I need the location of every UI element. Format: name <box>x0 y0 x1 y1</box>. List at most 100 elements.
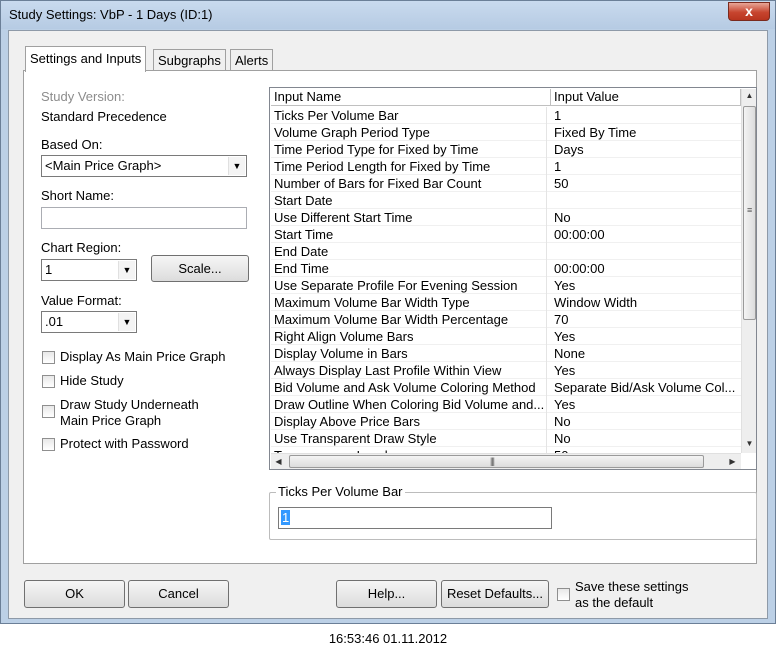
vertical-scrollbar[interactable]: ▲ ≡ ▼ <box>741 89 756 453</box>
hide-study-checkbox[interactable]: Hide Study <box>42 373 242 391</box>
input-value-cell[interactable]: Yes <box>551 328 741 345</box>
horizontal-scrollbar[interactable]: ◀ ||| ▶ <box>271 453 741 469</box>
input-name-cell[interactable]: End Time <box>271 260 547 277</box>
tab-subgraphs[interactable]: Subgraphs <box>153 49 226 71</box>
input-name-cell[interactable]: Volume Graph Period Type <box>271 124 547 141</box>
input-value-cell[interactable]: No <box>551 430 741 447</box>
table-row[interactable]: Volume Graph Period Type Fixed By Time <box>271 124 741 141</box>
table-row[interactable]: Use Different Start Time No <box>271 209 741 226</box>
input-value-cell[interactable] <box>551 192 741 209</box>
input-value-cell[interactable]: Yes <box>551 396 741 413</box>
scroll-up-icon[interactable]: ▲ <box>742 91 756 100</box>
input-value-cell[interactable]: Yes <box>551 277 741 294</box>
table-row[interactable]: Draw Outline When Coloring Bid Volume an… <box>271 396 741 413</box>
horizontal-scroll-thumb[interactable]: ||| <box>289 455 704 468</box>
input-value-cell[interactable]: Fixed By Time <box>551 124 741 141</box>
input-value-cell[interactable]: Days <box>551 141 741 158</box>
chart-region-select[interactable]: 1 ▼ <box>41 259 137 281</box>
input-name-cell[interactable]: Time Period Length for Fixed by Time <box>271 158 547 175</box>
input-name-cell[interactable]: Maximum Volume Bar Width Percentage <box>271 311 547 328</box>
cancel-button[interactable]: Cancel <box>128 580 229 608</box>
table-row[interactable]: Start Date <box>271 192 741 209</box>
table-row[interactable]: End Time 00:00:00 <box>271 260 741 277</box>
table-row[interactable]: Ticks Per Volume Bar 1 <box>271 107 741 124</box>
table-row[interactable]: Time Period Type for Fixed by Time Days <box>271 141 741 158</box>
input-value-cell[interactable]: 1 <box>551 158 741 175</box>
scroll-left-icon[interactable]: ◀ <box>271 457 286 466</box>
input-value-cell[interactable]: 70 <box>551 311 741 328</box>
input-value-cell[interactable]: Window Width <box>551 294 741 311</box>
checkbox-box[interactable] <box>42 375 55 388</box>
input-name-cell[interactable]: Use Different Start Time <box>271 209 547 226</box>
table-row[interactable]: Right Align Volume Bars Yes <box>271 328 741 345</box>
table-row[interactable]: Start Time 00:00:00 <box>271 226 741 243</box>
input-name-cell[interactable]: Display Above Price Bars <box>271 413 547 430</box>
based-on-select[interactable]: <Main Price Graph> ▼ <box>41 155 247 177</box>
table-row[interactable]: Maximum Volume Bar Width Type Window Widt… <box>271 294 741 311</box>
input-name-cell[interactable]: Always Display Last Profile Within View <box>271 362 547 379</box>
value-format-select[interactable]: .01 ▼ <box>41 311 137 333</box>
input-name-cell[interactable]: Start Time <box>271 226 547 243</box>
input-name-cell[interactable]: Ticks Per Volume Bar <box>271 107 547 124</box>
save-as-default-checkbox[interactable]: Save these settings as the default <box>557 579 757 613</box>
display-as-main-price-graph-checkbox[interactable]: Display As Main Price Graph <box>42 349 242 367</box>
table-row[interactable]: Use Transparent Draw Style No <box>271 430 741 447</box>
table-row[interactable]: Always Display Last Profile Within View Y… <box>271 362 741 379</box>
input-name-cell[interactable]: Draw Outline When Coloring Bid Volume an… <box>271 396 547 413</box>
input-value-cell[interactable]: None <box>551 345 741 362</box>
table-row[interactable]: End Date <box>271 243 741 260</box>
input-value-cell[interactable]: 1 <box>551 107 741 124</box>
input-name-cell[interactable]: Right Align Volume Bars <box>271 328 547 345</box>
inputs-grid[interactable]: Input Name Input Value Ticks Per Volume … <box>269 87 757 470</box>
input-name-cell[interactable]: End Date <box>271 243 547 260</box>
input-value-cell[interactable]: Separate Bid/Ask Volume Col... <box>551 379 741 396</box>
tab-alerts[interactable]: Alerts <box>230 49 274 71</box>
checkbox-box[interactable] <box>42 405 55 418</box>
chevron-down-icon[interactable]: ▼ <box>118 313 135 331</box>
input-value-cell[interactable]: No <box>551 209 741 226</box>
column-header-input-value[interactable]: Input Value <box>551 89 741 106</box>
input-value-cell[interactable]: 00:00:00 <box>551 260 741 277</box>
input-name-cell[interactable]: Bid Volume and Ask Volume Coloring Metho… <box>271 379 547 396</box>
short-name-input[interactable] <box>41 207 247 229</box>
table-row[interactable]: Time Period Length for Fixed by Time 1 <box>271 158 741 175</box>
scale-button[interactable]: Scale... <box>151 255 249 282</box>
input-value-cell[interactable] <box>551 243 741 260</box>
scroll-down-icon[interactable]: ▼ <box>742 439 756 448</box>
input-value-cell[interactable]: 00:00:00 <box>551 226 741 243</box>
reset-defaults-button[interactable]: Reset Defaults... <box>441 580 549 608</box>
protect-with-password-checkbox[interactable]: Protect with Password <box>42 436 242 454</box>
table-row[interactable]: Maximum Volume Bar Width Percentage 70 <box>271 311 741 328</box>
title-bar[interactable]: Study Settings: VbP - 1 Days (ID:1) x <box>1 1 775 29</box>
input-value-cell[interactable]: 50 <box>551 175 741 192</box>
input-name-cell[interactable]: Start Date <box>271 192 547 209</box>
input-name-cell[interactable]: Maximum Volume Bar Width Type <box>271 294 547 311</box>
input-name-cell[interactable]: Time Period Type for Fixed by Time <box>271 141 547 158</box>
chevron-down-icon[interactable]: ▼ <box>118 261 135 279</box>
ok-button[interactable]: OK <box>24 580 125 608</box>
vertical-scroll-thumb[interactable]: ≡ <box>743 106 756 320</box>
scroll-right-icon[interactable]: ▶ <box>725 457 740 466</box>
tab-settings-and-inputs[interactable]: Settings and Inputs <box>25 46 147 72</box>
draw-study-underneath-checkbox[interactable]: Draw Study Underneath Main Price Graph <box>42 397 242 431</box>
input-name-cell[interactable]: Display Volume in Bars <box>271 345 547 362</box>
input-name-cell[interactable]: Use Separate Profile For Evening Session <box>271 277 547 294</box>
chevron-down-icon[interactable]: ▼ <box>228 157 245 175</box>
selected-input-value-field[interactable]: 1 <box>278 507 552 529</box>
checkbox-label: Display As Main Price Graph <box>60 349 226 364</box>
table-row[interactable]: Bid Volume and Ask Volume Coloring Metho… <box>271 379 741 396</box>
table-row[interactable]: Number of Bars for Fixed Bar Count 50 <box>271 175 741 192</box>
checkbox-box[interactable] <box>557 588 570 601</box>
column-header-input-name[interactable]: Input Name <box>271 89 551 106</box>
checkbox-box[interactable] <box>42 351 55 364</box>
close-icon[interactable]: x <box>728 2 770 21</box>
help-button[interactable]: Help... <box>336 580 437 608</box>
table-row[interactable]: Display Volume in Bars None <box>271 345 741 362</box>
table-row[interactable]: Use Separate Profile For Evening Session… <box>271 277 741 294</box>
input-value-cell[interactable]: Yes <box>551 362 741 379</box>
input-value-cell[interactable]: No <box>551 413 741 430</box>
table-row[interactable]: Display Above Price Bars No <box>271 413 741 430</box>
input-name-cell[interactable]: Use Transparent Draw Style <box>271 430 547 447</box>
checkbox-box[interactable] <box>42 438 55 451</box>
input-name-cell[interactable]: Number of Bars for Fixed Bar Count <box>271 175 547 192</box>
